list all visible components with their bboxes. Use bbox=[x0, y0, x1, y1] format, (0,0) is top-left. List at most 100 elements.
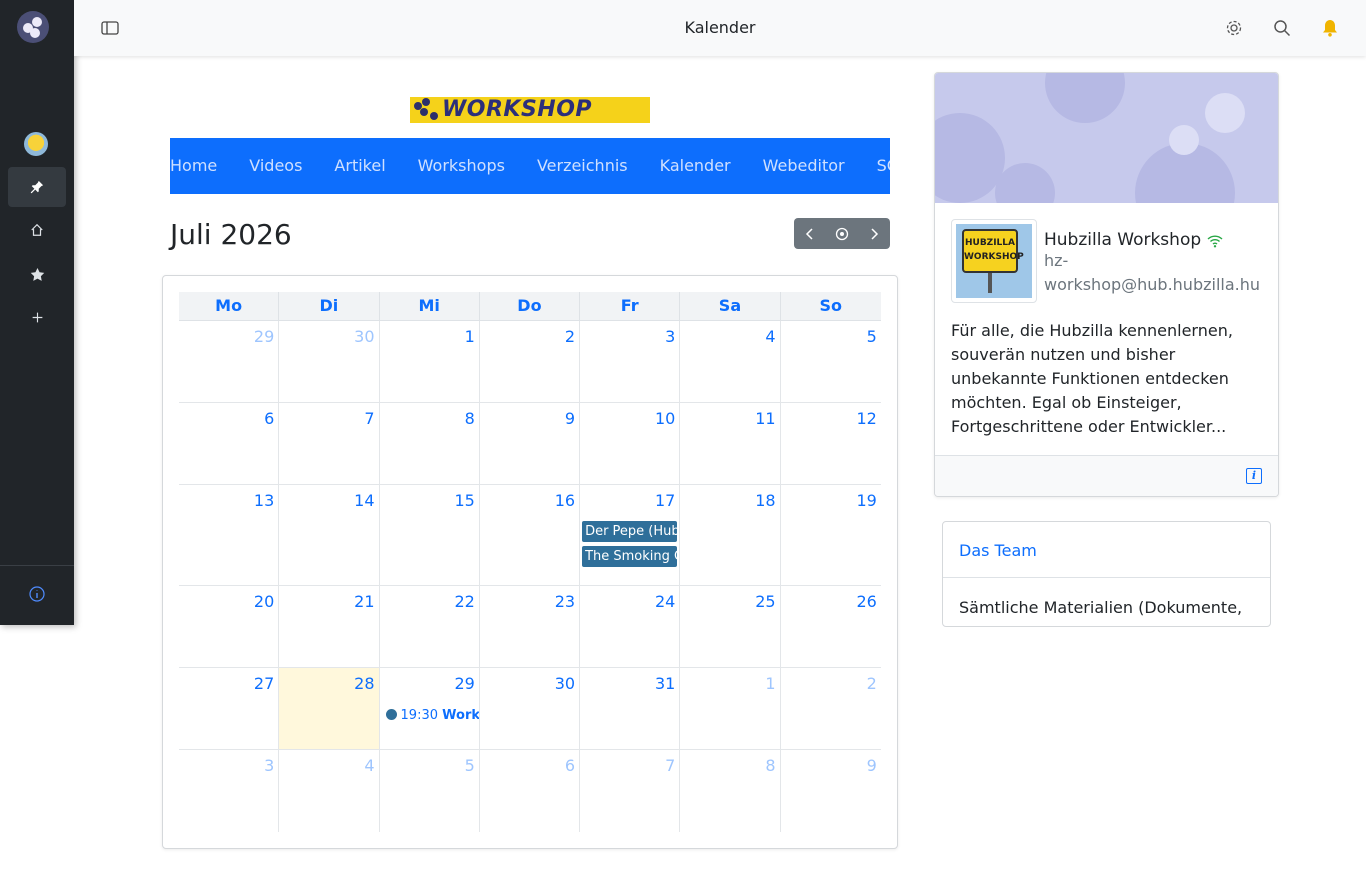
day-number[interactable]: 25 bbox=[755, 592, 775, 611]
calendar-day-cell[interactable]: 14 bbox=[279, 485, 380, 585]
day-number[interactable]: 8 bbox=[765, 756, 775, 775]
day-number[interactable]: 9 bbox=[867, 756, 877, 775]
day-number[interactable]: 23 bbox=[555, 592, 575, 611]
day-number[interactable]: 3 bbox=[665, 327, 675, 346]
day-number[interactable]: 20 bbox=[254, 592, 274, 611]
calendar-day-cell[interactable]: 9 bbox=[480, 403, 581, 484]
team-card-title[interactable]: Das Team bbox=[959, 541, 1037, 560]
calendar-day-cell[interactable]: 6 bbox=[179, 403, 280, 484]
nav-item-sced[interactable]: SCEd bbox=[877, 138, 890, 194]
nav-item-home[interactable]: Home bbox=[170, 138, 217, 194]
day-number[interactable]: 18 bbox=[755, 491, 775, 510]
day-number[interactable]: 31 bbox=[655, 674, 675, 693]
workshop-banner[interactable]: WORKSHOP bbox=[410, 97, 650, 123]
calendar-day-cell[interactable]: 22 bbox=[380, 586, 480, 667]
today-button[interactable] bbox=[826, 218, 858, 249]
calendar-day-cell[interactable]: 15 bbox=[380, 485, 480, 585]
calendar-day-cell[interactable]: 21 bbox=[279, 586, 380, 667]
day-number[interactable]: 29 bbox=[454, 674, 474, 693]
calendar-day-cell[interactable]: 12 bbox=[781, 403, 881, 484]
calendar-event[interactable]: The Smoking C bbox=[582, 546, 678, 567]
day-number[interactable]: 29 bbox=[254, 327, 274, 346]
calendar-day-cell[interactable]: 3 bbox=[179, 750, 280, 832]
calendar-day-cell[interactable]: 16 bbox=[480, 485, 581, 585]
calendar-event[interactable]: 19:30 Works bbox=[385, 708, 479, 724]
calendar-day-cell[interactable]: 5 bbox=[380, 750, 480, 832]
calendar-event[interactable]: Der Pepe (Hub bbox=[582, 521, 678, 542]
calendar-day-cell[interactable]: 8 bbox=[380, 403, 480, 484]
calendar-day-cell[interactable]: 5 bbox=[781, 321, 881, 402]
nav-item-workshops[interactable]: Workshops bbox=[418, 138, 505, 194]
day-number[interactable]: 14 bbox=[354, 491, 374, 510]
day-number[interactable]: 8 bbox=[465, 409, 475, 428]
calendar-day-cell[interactable]: 30 bbox=[480, 668, 581, 749]
calendar-day-today[interactable]: 28 bbox=[279, 668, 380, 749]
day-number[interactable]: 7 bbox=[364, 409, 374, 428]
channel-avatar[interactable] bbox=[24, 132, 48, 156]
calendar-day-cell[interactable]: 2 bbox=[480, 321, 581, 402]
calendar-day-cell[interactable]: 7 bbox=[279, 403, 380, 484]
calendar-day-cell[interactable]: 30 bbox=[279, 321, 380, 402]
calendar-day-cell[interactable]: 6 bbox=[480, 750, 581, 832]
add-icon[interactable] bbox=[8, 297, 66, 337]
day-number[interactable]: 17 bbox=[655, 491, 675, 510]
day-number[interactable]: 3 bbox=[264, 756, 274, 775]
calendar-day-cell[interactable]: 20 bbox=[179, 586, 280, 667]
day-number[interactable]: 1 bbox=[765, 674, 775, 693]
day-number[interactable]: 5 bbox=[465, 756, 475, 775]
day-number[interactable]: 4 bbox=[765, 327, 775, 346]
day-number[interactable]: 12 bbox=[857, 409, 877, 428]
calendar-day-cell[interactable]: 24 bbox=[580, 586, 681, 667]
calendar-day-cell[interactable]: 13 bbox=[179, 485, 280, 585]
day-number[interactable]: 19 bbox=[857, 491, 877, 510]
calendar-day-cell[interactable]: 2 bbox=[781, 668, 881, 749]
profile-info-icon[interactable]: i bbox=[1246, 468, 1262, 484]
calendar-day-cell[interactable]: 18 bbox=[680, 485, 781, 585]
calendar-day-cell[interactable]: 23 bbox=[480, 586, 581, 667]
star-icon[interactable] bbox=[8, 254, 66, 294]
day-number[interactable]: 28 bbox=[354, 674, 374, 693]
calendar-day-cell[interactable]: 1 bbox=[380, 321, 480, 402]
search-icon[interactable] bbox=[1272, 18, 1292, 38]
nav-item-videos[interactable]: Videos bbox=[249, 138, 302, 194]
day-number[interactable]: 10 bbox=[655, 409, 675, 428]
calendar-day-cell[interactable]: 19 bbox=[781, 485, 881, 585]
nav-item-artikel[interactable]: Artikel bbox=[334, 138, 385, 194]
day-number[interactable]: 16 bbox=[555, 491, 575, 510]
calendar-day-cell[interactable]: 4 bbox=[680, 321, 781, 402]
calendar-day-cell[interactable]: 10 bbox=[580, 403, 681, 484]
calendar-day-cell[interactable]: 17 Der Pepe (Hub The Smoking C bbox=[580, 485, 681, 585]
day-number[interactable]: 30 bbox=[354, 327, 374, 346]
calendar-day-cell[interactable]: 31 bbox=[580, 668, 681, 749]
calendar-day-cell[interactable]: 27 bbox=[179, 668, 280, 749]
settings-gear-icon[interactable] bbox=[1224, 18, 1244, 38]
calendar-day-cell[interactable]: 1 bbox=[680, 668, 781, 749]
next-month-button[interactable] bbox=[858, 218, 890, 249]
day-number[interactable]: 30 bbox=[555, 674, 575, 693]
info-icon[interactable] bbox=[8, 574, 66, 614]
calendar-day-cell[interactable]: 29 bbox=[179, 321, 280, 402]
nav-item-webeditor[interactable]: Webeditor bbox=[763, 138, 845, 194]
calendar-day-cell[interactable]: 26 bbox=[781, 586, 881, 667]
calendar-day-cell[interactable]: 9 bbox=[781, 750, 881, 832]
calendar-day-cell[interactable]: 25 bbox=[680, 586, 781, 667]
day-number[interactable]: 7 bbox=[665, 756, 675, 775]
nav-item-verzeichnis[interactable]: Verzeichnis bbox=[537, 138, 628, 194]
day-number[interactable]: 13 bbox=[254, 491, 274, 510]
day-number[interactable]: 6 bbox=[565, 756, 575, 775]
day-number[interactable]: 21 bbox=[354, 592, 374, 611]
calendar-day-cell[interactable]: 4 bbox=[279, 750, 380, 832]
day-number[interactable]: 11 bbox=[755, 409, 775, 428]
hubzilla-logo-icon[interactable] bbox=[17, 11, 49, 43]
profile-name[interactable]: Hubzilla Workshop bbox=[1044, 230, 1201, 250]
day-number[interactable]: 6 bbox=[264, 409, 274, 428]
notifications-bell-icon[interactable] bbox=[1320, 18, 1340, 38]
day-number[interactable]: 2 bbox=[565, 327, 575, 346]
nav-item-kalender[interactable]: Kalender bbox=[660, 138, 731, 194]
calendar-day-cell[interactable]: 11 bbox=[680, 403, 781, 484]
home-icon[interactable] bbox=[8, 210, 66, 250]
day-number[interactable]: 22 bbox=[454, 592, 474, 611]
day-number[interactable]: 2 bbox=[867, 674, 877, 693]
day-number[interactable]: 9 bbox=[565, 409, 575, 428]
day-number[interactable]: 26 bbox=[857, 592, 877, 611]
